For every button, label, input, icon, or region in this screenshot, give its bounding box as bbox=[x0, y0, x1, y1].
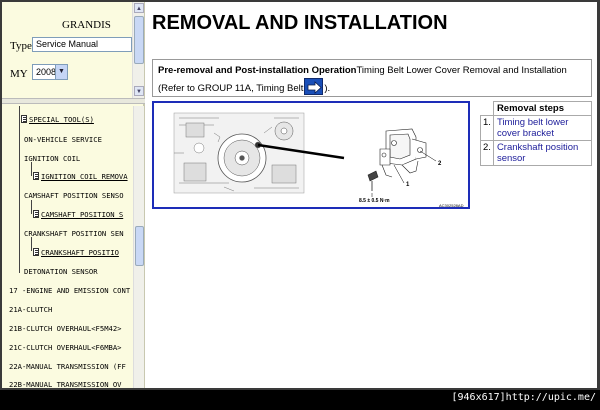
table-header-row: Removal steps bbox=[481, 101, 593, 116]
tree-line bbox=[31, 162, 32, 176]
model-name: GRANDIS bbox=[62, 19, 111, 31]
vehicle-selector: GRANDIS Type Service Manual MY 2008 ▼ bbox=[2, 2, 132, 98]
scroll-thumb[interactable] bbox=[134, 16, 144, 64]
app-window: GRANDIS Type Service Manual MY 2008 ▼ ▲ … bbox=[0, 0, 600, 390]
model-year-select[interactable]: 2008 ▼ bbox=[32, 64, 68, 80]
header-spacer bbox=[481, 102, 494, 116]
tree-item-ignition-coil-removal[interactable]: IGNITION COIL REMOVA bbox=[33, 172, 128, 182]
tree-line bbox=[31, 237, 32, 251]
tree-item-crankshaft-sensor-doc[interactable]: CRANKSHAFT POSITIO bbox=[33, 248, 119, 258]
pre-removal-heading: Pre-removal and Post-installation Operat… bbox=[158, 65, 357, 76]
document-icon bbox=[33, 248, 39, 256]
engine-illustration bbox=[173, 112, 437, 197]
torque-spec: 8.5 ± 0.5 N·m bbox=[359, 198, 390, 204]
page-title: REMOVAL AND INSTALLATION bbox=[152, 12, 448, 34]
tree-item-ignition-coil[interactable]: IGNITION COIL bbox=[24, 154, 80, 164]
tree-item-detonation-sensor[interactable]: DETONATION SENSOR bbox=[24, 267, 98, 277]
type-field[interactable]: Service Manual bbox=[32, 37, 132, 52]
tree-line bbox=[19, 106, 20, 273]
scroll-thumb[interactable] bbox=[135, 226, 144, 266]
step-text[interactable]: Crankshaft position sensor bbox=[492, 140, 593, 166]
tree-item-camshaft-sensor[interactable]: CAMSHAFT POSITION SENSO bbox=[24, 191, 124, 201]
steps-header: Removal steps bbox=[492, 101, 593, 116]
my-label: MY bbox=[10, 68, 28, 80]
tree-item-group-21a[interactable]: 21A-CLUTCH bbox=[9, 305, 52, 315]
callout-2: 2 bbox=[438, 161, 442, 167]
step-text[interactable]: Timing belt lower cover bracket bbox=[492, 115, 593, 141]
tree-scrollbar[interactable] bbox=[133, 106, 144, 388]
figure-code: AC302528AD bbox=[439, 203, 464, 208]
pre-removal-text: Timing Belt Lower Cover Removal and Inst… bbox=[356, 65, 567, 76]
pre-removal-box: Pre-removal and Post-installation Operat… bbox=[152, 59, 592, 97]
tree-item-group-21b[interactable]: 21B-CLUTCH OVERHAUL<F5M42> bbox=[9, 324, 122, 334]
go-reference-button[interactable] bbox=[304, 78, 324, 95]
selector-scrollbar[interactable]: ▲ ▼ bbox=[132, 2, 144, 98]
table-row: 1. Timing belt lower cover bracket bbox=[480, 115, 593, 141]
arrow-right-icon bbox=[307, 81, 322, 94]
tree-item-on-vehicle-service[interactable]: ON-VEHICLE SERVICE bbox=[24, 135, 102, 145]
watermark-text: [946x617]http://upic.me/ bbox=[451, 392, 597, 403]
step-number: 2. bbox=[480, 140, 494, 166]
step-number: 1. bbox=[480, 115, 494, 141]
chevron-down-icon[interactable]: ▼ bbox=[55, 65, 67, 79]
document-icon bbox=[33, 172, 39, 180]
tree-item-group-22a[interactable]: 22A-MANUAL TRANSMISSION (FF bbox=[9, 362, 126, 372]
tree-line bbox=[31, 200, 32, 214]
model-year-value: 2008 bbox=[36, 67, 57, 77]
removal-diagram: 1 2 8.5 ± 0.5 N·m AC302528AD bbox=[152, 101, 470, 209]
tree-item-group-21c[interactable]: 21C-CLUTCH OVERHAUL<F6MBA> bbox=[9, 343, 122, 353]
scroll-up-icon[interactable]: ▲ bbox=[134, 3, 144, 13]
tree-item-group-17[interactable]: 17 -ENGINE AND EMISSION CONT bbox=[9, 286, 130, 296]
removal-steps-table: Removal steps 1. Timing belt lower cover… bbox=[480, 101, 593, 166]
table-row: 2. Crankshaft position sensor bbox=[480, 140, 593, 166]
tree-item-group-22b[interactable]: 22B-MANUAL TRANSMISSION OV bbox=[9, 380, 122, 388]
document-icon bbox=[21, 115, 27, 123]
toc-tree: SPECIAL TOOL(S) ON-VEHICLE SERVICE IGNIT… bbox=[2, 106, 133, 388]
pre-removal-close: ). bbox=[324, 83, 331, 94]
pre-removal-reference: (Refer to GROUP 11A, Timing Belt bbox=[158, 83, 304, 94]
tree-item-crankshaft-sensor[interactable]: CRANKSHAFT POSITION SEN bbox=[24, 229, 124, 239]
content-pane: REMOVAL AND INSTALLATION Pre-removal and… bbox=[147, 2, 597, 388]
document-icon bbox=[33, 210, 39, 218]
left-panel: GRANDIS Type Service Manual MY 2008 ▼ ▲ … bbox=[2, 2, 145, 388]
panel-splitter[interactable] bbox=[2, 98, 145, 104]
tree-item-special-tools[interactable]: SPECIAL TOOL(S) bbox=[21, 115, 94, 125]
type-label: Type bbox=[10, 40, 32, 52]
tree-item-camshaft-sensor-doc[interactable]: CAMSHAFT POSITION S bbox=[33, 210, 123, 220]
callout-1: 1 bbox=[406, 182, 410, 188]
scroll-down-icon[interactable]: ▼ bbox=[134, 86, 144, 96]
